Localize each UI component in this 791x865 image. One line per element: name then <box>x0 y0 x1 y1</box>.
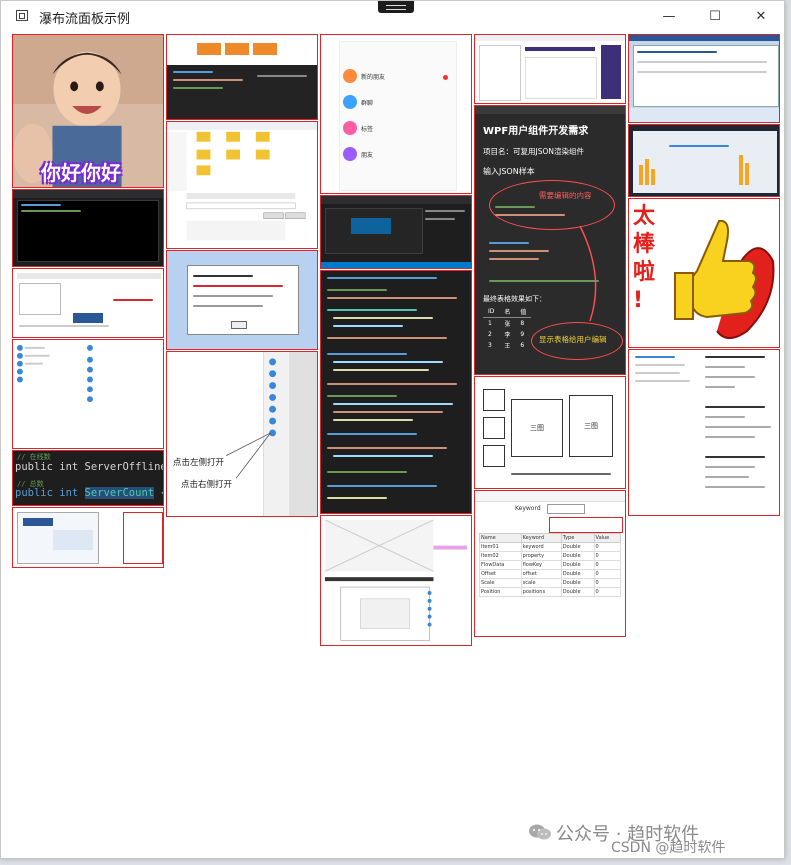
tile-file-explorer[interactable] <box>166 121 318 249</box>
app-icon <box>16 10 28 21</box>
app-window: 瀑布流面板示例 — ☐ ✕ 你好你好 // 在线数 public int Ser… <box>0 0 785 859</box>
tag-icon <box>343 121 357 135</box>
tile-wpf-requirement[interactable]: WPF用户组件开发需求 项目名：可复用JSON渲染组件 输入JSON样本 需要编… <box>474 105 626 375</box>
tile-dark-ide[interactable] <box>12 189 164 267</box>
tile-app-preview[interactable] <box>12 507 164 568</box>
bubble-label: 需要编辑的内容 <box>539 191 592 200</box>
keyword-label: Keyword <box>515 505 541 512</box>
code-line: public int ServerOfflineCount { <box>15 461 163 473</box>
new-friend-icon <box>343 69 357 83</box>
tile-thumbs-up[interactable]: 太 棒 啦 ! <box>628 198 780 348</box>
data-grid[interactable]: Name Keyword Type Value Item01 keyword Dou… <box>479 533 622 597</box>
title-bar[interactable]: 瀑布流面板示例 — ☐ ✕ <box>1 1 784 32</box>
contact-item[interactable]: 新的朋友 <box>361 72 385 81</box>
bubble-label: 显示表格给用户编辑 <box>539 335 607 344</box>
group-icon <box>343 95 357 109</box>
code-line: public int ServerCount { get ; <box>15 487 163 499</box>
wechat-icon <box>529 824 551 840</box>
minimize-button[interactable]: — <box>646 1 692 32</box>
tile-diagram[interactable]: 三图 三图 <box>474 376 626 489</box>
wpf-table: ID 名 值 1张8 2李9 3王6 <box>483 306 532 351</box>
tile-icon-list[interactable] <box>12 339 164 449</box>
waterfall-panel: 你好你好 // 在线数 public int ServerOfflin // 总… <box>10 34 780 854</box>
close-icon: ✕ <box>755 9 767 24</box>
wpf-item: 输入JSON样本 <box>483 167 535 176</box>
contact-item[interactable]: 群聊 <box>361 98 373 107</box>
contact-item[interactable]: 标签 <box>361 124 373 133</box>
diagram-box: 三图 <box>511 399 563 457</box>
maximize-icon: ☐ <box>709 9 721 24</box>
close-button[interactable]: ✕ <box>738 1 784 32</box>
tile-blue-app[interactable] <box>628 34 780 123</box>
friend-icon <box>343 147 357 161</box>
click-left-label: 点击左侧打开 <box>173 458 225 468</box>
tile-code-editor[interactable] <box>320 270 472 514</box>
tile-document[interactable] <box>628 349 780 516</box>
maximize-button[interactable]: ☐ <box>692 1 738 32</box>
thumbs-caption: 太 棒 啦 ! <box>633 204 656 313</box>
wpf-item: 项目名：可复用JSON渲染组件 <box>483 147 584 156</box>
tile-code-snippet[interactable]: // 在线数 public int ServerOfflineCount { /… <box>12 450 164 506</box>
tile-flowchart[interactable] <box>166 34 318 120</box>
tile-layout-preview[interactable] <box>320 515 472 646</box>
keyword-input[interactable] <box>547 504 585 514</box>
click-right-label: 点击右侧打开 <box>181 480 233 490</box>
tile-dual-list[interactable] <box>474 34 626 104</box>
minimize-icon: — <box>662 9 676 24</box>
tile-dialog-window[interactable] <box>166 250 318 350</box>
wpf-section: 最终表格效果如下： <box>483 295 546 303</box>
tile-table-window[interactable]: Keyword Name Keyword Type Value Item01 ke… <box>474 490 626 637</box>
diagram-box: 三图 <box>569 395 613 457</box>
credit-text: CSDN @趋时软件 <box>611 840 726 856</box>
wpf-heading: WPF用户组件开发需求 <box>483 126 589 137</box>
contact-item[interactable]: 朋友 <box>361 150 373 159</box>
tile-baby-photo[interactable]: 你好你好 <box>12 34 164 188</box>
tile-ui-screenshot[interactable] <box>12 268 164 338</box>
tile-click-demo[interactable]: 点击左侧打开 点击右侧打开 <box>166 351 318 517</box>
tile-contacts-app[interactable]: 新的朋友 群聊 标签 朋友 <box>320 34 472 194</box>
thumbs-up-icon <box>674 219 775 339</box>
snap-grip-handle[interactable] <box>378 1 414 13</box>
window-title: 瀑布流面板示例 <box>39 12 131 27</box>
tile-dashboard[interactable] <box>628 124 780 197</box>
baby-caption: 你好你好 <box>41 161 121 185</box>
tile-vs-window[interactable] <box>320 195 472 269</box>
